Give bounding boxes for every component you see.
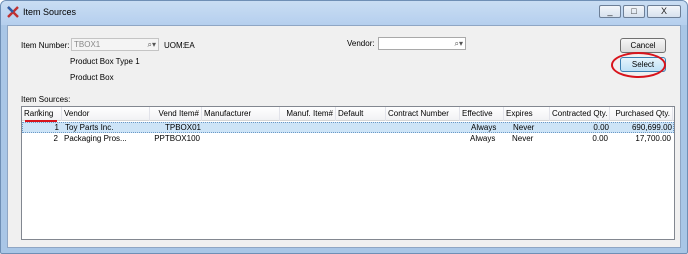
column-header-ranking[interactable]: ▲ Ranking — [22, 107, 62, 121]
row-ranking: 2 — [53, 134, 58, 143]
maximize-button[interactable]: □ — [623, 5, 645, 18]
row-contracted-qty: 0.00 — [593, 123, 609, 132]
row-effective: Always — [470, 134, 496, 143]
vendor-filter-input[interactable]: ⌕▾ — [378, 37, 466, 50]
row-vendor: Toy Parts Inc. — [65, 123, 114, 132]
table-row[interactable]: 2 Packaging Pros... PPTBOX100 Always Nev… — [22, 134, 674, 145]
column-header-effective[interactable]: Effective — [460, 107, 504, 121]
column-header-manuf-item[interactable]: Manuf. Item# — [280, 107, 336, 121]
callout-ring — [611, 52, 666, 78]
item-sources-grid: ▲ Ranking Vendor Vend Item# Manufacturer… — [21, 106, 675, 240]
table-row[interactable]: 1 Toy Parts Inc. TPBOX01 Always Never 0.… — [22, 122, 674, 133]
row-contracted-qty: 0.00 — [592, 134, 608, 143]
column-header-default[interactable]: Default — [336, 107, 386, 121]
close-button[interactable]: X — [647, 5, 681, 18]
cancel-button[interactable]: Cancel — [620, 38, 666, 53]
item-sources-window: Item Sources _ □ X Item Number: TBOX1 ⌕▾… — [0, 0, 688, 254]
column-header-expires[interactable]: Expires — [504, 107, 550, 121]
magnifier-dropdown-icon: ⌕▾ — [147, 40, 157, 49]
column-header-vend-item[interactable]: Vend Item# — [150, 107, 202, 121]
uom-value: EA — [184, 41, 195, 50]
item-sources-label: Item Sources: — [21, 95, 71, 104]
uom-label: UOM: — [164, 41, 185, 50]
row-ranking: 1 — [54, 123, 59, 132]
row-vend-item: TPBOX01 — [164, 123, 201, 132]
vendor-label: Vendor: — [347, 39, 375, 48]
column-header-contracted-qty[interactable]: Contracted Qty. — [550, 107, 610, 121]
row-expires: Never — [512, 134, 534, 143]
item-number-field: TBOX1 ⌕▾ — [71, 38, 159, 51]
window-title: Item Sources — [23, 7, 77, 17]
column-header-contract-number[interactable]: Contract Number — [386, 107, 460, 121]
magnifier-dropdown-icon[interactable]: ⌕▾ — [455, 39, 464, 49]
row-expires: Never — [513, 123, 535, 132]
item-number-value: TBOX1 — [74, 40, 101, 49]
column-header-purchased-qty[interactable]: Purchased Qty. — [610, 107, 673, 121]
item-description: Product Box Type 1 — [70, 57, 140, 66]
row-purchased-qty: 17,700.00 — [635, 134, 671, 143]
dialog-body: Item Number: TBOX1 ⌕▾ UOM: EA Product Bo… — [7, 25, 681, 248]
column-header-manufacturer[interactable]: Manufacturer — [202, 107, 280, 121]
grid-header: ▲ Ranking Vendor Vend Item# Manufacturer… — [22, 107, 674, 122]
row-effective: Always — [471, 123, 497, 132]
row-vend-item: PPTBOX100 — [154, 134, 200, 143]
item-number-label: Item Number: — [21, 41, 70, 50]
app-logo-icon — [7, 6, 19, 18]
title-bar[interactable]: Item Sources _ □ X — [1, 1, 687, 25]
row-vendor: Packaging Pros... — [64, 134, 127, 143]
minimize-button[interactable]: _ — [599, 5, 621, 18]
sort-ascending-icon: ▲ — [36, 108, 42, 114]
row-purchased-qty: 690,699.00 — [631, 123, 672, 132]
column-header-vendor[interactable]: Vendor — [62, 107, 150, 121]
item-short-description: Product Box — [70, 73, 114, 82]
